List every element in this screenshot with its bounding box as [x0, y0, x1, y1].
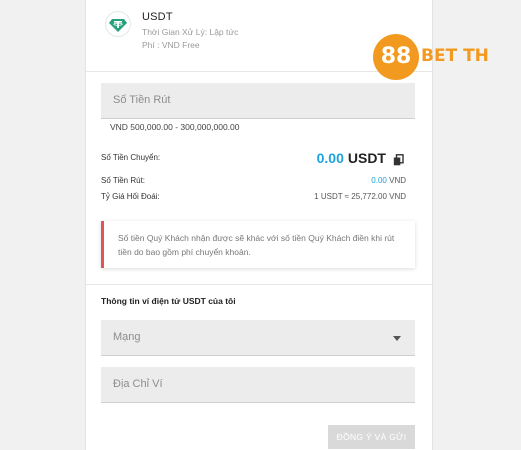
transfer-amount-currency: USDT	[347, 150, 386, 166]
withdraw-amount-currency: VND	[389, 176, 406, 185]
wallet-address-input[interactable]: Địa Chỉ Ví	[101, 367, 415, 403]
transfer-amount-label: Số Tiền Chuyển:	[101, 153, 161, 162]
fee-info: Phí : VND Free	[142, 40, 200, 50]
withdraw-amount-placeholder: Số Tiền Rút	[113, 94, 171, 106]
exchange-rate-label: Tỷ Giá Hối Đoái:	[101, 192, 160, 201]
brand-logo-number: 88	[373, 34, 419, 80]
withdraw-amount-value: 0.00 VND	[371, 176, 406, 185]
brand-logo-text: BET TH	[421, 46, 489, 66]
transfer-amount-value: 0.00 USDT	[317, 150, 386, 166]
network-placeholder: Mạng	[113, 331, 141, 343]
withdraw-amount-input[interactable]: Số Tiền Rút	[101, 83, 415, 119]
exchange-rate-value: 1 USDT ≈ 25,772.00 VND	[314, 192, 406, 201]
copy-icon[interactable]	[393, 153, 404, 166]
fee-notice-text: Số tiền Quý Khách nhận được sẽ khác với …	[118, 233, 395, 257]
submit-button[interactable]: ĐỒNG Ý VÀ GỬI	[328, 425, 415, 449]
wallet-address-placeholder: Địa Chỉ Ví	[113, 378, 163, 390]
wallet-section-title: Thông tin ví điện tử USDT của tôi	[101, 296, 236, 306]
brand-logo: 88 BET TH	[373, 34, 503, 82]
method-name: USDT	[142, 11, 173, 23]
amount-range: VND 500,000.00 - 300,000,000.00	[110, 122, 240, 132]
caret-down-icon	[393, 336, 401, 341]
network-select[interactable]: Mạng	[101, 320, 415, 356]
divider	[86, 284, 432, 285]
tether-icon	[106, 12, 130, 36]
withdraw-amount-label: Số Tiền Rút:	[101, 176, 146, 185]
withdraw-amount-number: 0.00	[371, 176, 387, 185]
processing-time: Thời Gian Xử Lý: Lập tức	[142, 27, 239, 37]
transfer-amount-number: 0.00	[316, 150, 344, 166]
fee-notice: Số tiền Quý Khách nhận được sẽ khác với …	[101, 221, 415, 268]
